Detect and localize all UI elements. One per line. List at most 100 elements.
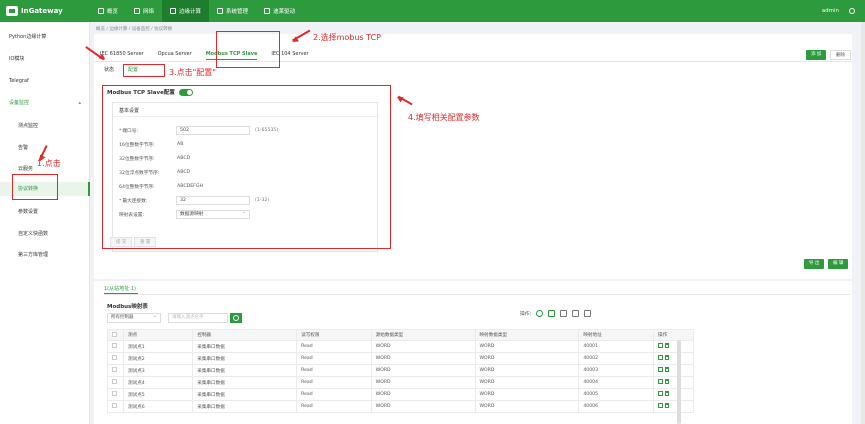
table-row[interactable]: 测试点5 采集串口数据 Read WORD WORD 40005 xyxy=(107,388,694,401)
table-cell: Read xyxy=(296,352,372,365)
sidebar-item-point-monitor[interactable]: 测点监控 xyxy=(0,119,90,133)
sidebar-item-device-monitor[interactable]: 设备监控 ▴ xyxy=(0,96,90,110)
tab-opcua[interactable]: Opcua Server xyxy=(158,48,192,60)
edge-icon xyxy=(170,8,177,14)
logo-icon xyxy=(6,6,18,16)
sidebar-item-third-party[interactable]: 第三方库管理 xyxy=(0,248,90,262)
table-cell: 40005 xyxy=(578,388,654,401)
table-cell: 测试点4 xyxy=(122,376,194,389)
grid-icon xyxy=(264,8,271,14)
table-cell: WORD xyxy=(474,388,580,401)
nav-network[interactable]: 网络 xyxy=(126,0,162,22)
table-scrollbar[interactable] xyxy=(677,340,681,424)
annotation-4: 4.填写相关配置参数 xyxy=(408,113,480,122)
controller-select[interactable]: 所有控制器 xyxy=(107,312,161,323)
edit-icon[interactable] xyxy=(658,355,663,360)
sidebar-item-io[interactable]: IO模块 xyxy=(0,52,90,66)
tab-iec61850[interactable]: IEC 61850 Server xyxy=(100,48,144,60)
tab-slave-1[interactable]: 1(从站地址:1) xyxy=(104,285,136,292)
row-checkbox[interactable] xyxy=(112,391,117,396)
nav-overview[interactable]: 概览 xyxy=(90,0,126,22)
download-icon[interactable] xyxy=(572,310,580,317)
table-cell: 测试点3 xyxy=(122,364,194,377)
table-cell: 采集串口数据 xyxy=(192,352,298,365)
sidebar-item-custom-func[interactable]: 自定义快函数 xyxy=(0,227,90,241)
trash-icon[interactable] xyxy=(665,391,669,396)
row-checkbox[interactable] xyxy=(112,355,117,360)
edit-button[interactable]: 编 辑 xyxy=(828,259,849,269)
edit-icon[interactable] xyxy=(658,403,663,408)
table-cell: WORD xyxy=(474,352,580,365)
table-cell: WORD xyxy=(370,340,476,353)
table-cell: 测试点2 xyxy=(122,352,194,365)
trash-icon[interactable] xyxy=(665,355,669,360)
table-cell: 测试点6 xyxy=(122,400,194,413)
column-header: 操作 xyxy=(653,329,694,341)
row-checkbox[interactable] xyxy=(112,343,117,348)
export-button[interactable]: 导 出 xyxy=(804,259,825,269)
table-cell: WORD xyxy=(370,352,476,365)
table-row[interactable]: 测试点3 采集串口数据 Read WORD WORD 40003 xyxy=(107,364,694,377)
table-cell: Read xyxy=(296,376,372,389)
table-row[interactable]: 测试点2 采集串口数据 Read WORD WORD 40002 xyxy=(107,352,694,365)
table-cell: Read xyxy=(296,340,372,353)
tab-status[interactable]: 状态 xyxy=(104,66,114,73)
nav-edge-computing[interactable]: 边缘计算 xyxy=(162,0,210,22)
row-checkbox[interactable] xyxy=(112,367,117,372)
column-header: 测点 xyxy=(122,329,194,341)
search-input[interactable]: 请输入测点名字 xyxy=(168,313,228,323)
table-cell: 采集串口数据 xyxy=(192,388,298,401)
settings-icon[interactable] xyxy=(849,8,855,14)
search-button[interactable] xyxy=(230,313,242,323)
table-row[interactable]: 测试点4 采集串口数据 Read WORD WORD 40004 xyxy=(107,376,694,389)
table-cell: 40004 xyxy=(578,376,654,389)
table-cell: Read xyxy=(296,388,372,401)
table-cell: 40002 xyxy=(578,352,654,365)
table-cell: 40001 xyxy=(578,340,654,353)
edit-icon[interactable] xyxy=(658,379,663,384)
annotation-3: 3.点击"配置" xyxy=(169,68,216,77)
annotation-box-form xyxy=(102,85,391,249)
trash-icon[interactable] xyxy=(665,379,669,384)
trash-icon[interactable] xyxy=(665,343,669,348)
table-cell: 40003 xyxy=(578,364,654,377)
mapping-table: 测点 控制器 读写权限 源始数据类型 映射数据类型 映射地址 操作 测试点1 采集… xyxy=(107,329,694,413)
edit-icon[interactable] xyxy=(658,367,663,372)
table-cell: 采集串口数据 xyxy=(192,340,298,353)
nav-system[interactable]: 系统管理 xyxy=(209,0,256,22)
home-icon xyxy=(98,8,104,14)
annotation-box-config xyxy=(123,64,165,77)
sidebar-item-params[interactable]: 参数设置 xyxy=(0,205,90,219)
logo: InGateway xyxy=(6,5,63,17)
edit-icon[interactable] xyxy=(658,343,663,348)
table-cell: WORD xyxy=(370,388,476,401)
delete-button[interactable]: 删除 xyxy=(830,50,851,60)
trash-icon[interactable] xyxy=(665,367,669,372)
user-name[interactable]: admin xyxy=(822,8,839,14)
table-operations: 操作: xyxy=(520,310,592,317)
table-cell: Read xyxy=(296,400,372,413)
table-row[interactable]: 测试点6 采集串口数据 Read WORD WORD 40006 xyxy=(107,400,694,413)
table-cell: WORD xyxy=(370,364,476,377)
table-cell: 测试点1 xyxy=(122,340,194,353)
add-button[interactable]: 添 加 xyxy=(806,50,827,60)
add-icon[interactable] xyxy=(536,310,544,317)
trash-icon[interactable] xyxy=(584,310,592,317)
sidebar-item-python[interactable]: Python边缘计算 xyxy=(0,30,90,44)
table-cell: WORD xyxy=(474,400,580,413)
page-scrollbar[interactable] xyxy=(861,22,865,424)
sidebar-item-telegraf[interactable]: Telegraf xyxy=(0,74,90,88)
nav-driver[interactable]: 迪莱驱动 xyxy=(256,0,303,22)
select-all-checkbox[interactable] xyxy=(112,331,117,337)
table-row[interactable]: 测试点1 采集串口数据 Read WORD WORD 40001 xyxy=(107,340,694,353)
trash-icon[interactable] xyxy=(665,403,669,408)
main-content: 概览 / 边缘计算 / 设备监控 / 协议转换 IEC 61850 Server… xyxy=(12,22,865,424)
row-checkbox[interactable] xyxy=(112,379,117,384)
row-checkbox[interactable] xyxy=(112,403,117,408)
table-cell: WORD xyxy=(474,376,580,389)
table-cell: 采集串口数据 xyxy=(192,400,298,413)
upload-icon[interactable] xyxy=(560,310,568,317)
folder-icon[interactable] xyxy=(548,310,556,317)
edit-icon[interactable] xyxy=(658,391,663,396)
table-cell: WORD xyxy=(370,400,476,413)
